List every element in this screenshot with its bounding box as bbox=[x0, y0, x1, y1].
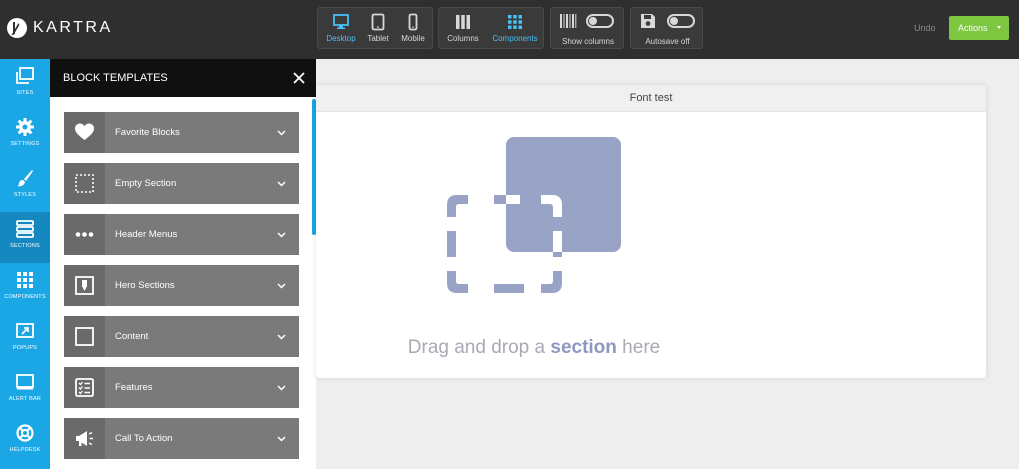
block-label: Content bbox=[115, 331, 149, 342]
dots-icon bbox=[75, 232, 94, 237]
show-columns-label: Show columns bbox=[561, 37, 615, 46]
nav-components[interactable]: COMPONENTS bbox=[0, 263, 50, 314]
chevron-down-icon bbox=[277, 436, 286, 442]
actions-button[interactable]: Actions bbox=[949, 16, 1009, 40]
block-empty-section[interactable]: Empty Section bbox=[64, 163, 299, 204]
nav-helpdesk[interactable]: HELPDESK bbox=[0, 416, 50, 467]
desktop-icon bbox=[333, 14, 349, 29]
sites-icon bbox=[16, 67, 34, 84]
drop-hint-bold: section bbox=[550, 337, 617, 358]
hero-icon bbox=[75, 276, 94, 295]
block-label: Call To Action bbox=[115, 433, 173, 444]
autosave-toggle[interactable] bbox=[667, 14, 695, 28]
components-grid-icon bbox=[17, 272, 33, 288]
lifebuoy-icon bbox=[16, 424, 34, 442]
mobile-view-button[interactable]: Mobile bbox=[396, 8, 430, 48]
block-templates-panel: BLOCK TEMPLATES Favorite Blocks Empty Se… bbox=[50, 59, 316, 469]
columns-button[interactable]: Columns bbox=[443, 8, 483, 48]
block-label: Header Menus bbox=[115, 229, 178, 240]
device-view-group: Desktop Tablet Mobile bbox=[317, 7, 433, 49]
tablet-view-button[interactable]: Tablet bbox=[362, 8, 394, 48]
panel-title: BLOCK TEMPLATES bbox=[63, 72, 168, 84]
nav-sites[interactable]: SITES bbox=[0, 59, 50, 110]
actions-label: Actions bbox=[958, 23, 988, 33]
brush-icon bbox=[17, 170, 33, 187]
popup-icon bbox=[16, 323, 34, 338]
alert-bar-icon bbox=[16, 374, 34, 390]
chevron-down-icon bbox=[277, 130, 286, 136]
nav-settings[interactable]: SETTINGS bbox=[0, 110, 50, 161]
panel-header: BLOCK TEMPLATES bbox=[50, 59, 316, 97]
block-favorite-blocks[interactable]: Favorite Blocks bbox=[64, 112, 299, 153]
show-columns-group: Show columns bbox=[550, 7, 624, 49]
sections-icon bbox=[16, 220, 34, 238]
close-icon[interactable] bbox=[292, 71, 306, 85]
caret-down-icon bbox=[997, 26, 1001, 29]
chevron-down-icon bbox=[277, 283, 286, 289]
block-content[interactable]: Content bbox=[64, 316, 299, 357]
block-label: Favorite Blocks bbox=[115, 127, 180, 138]
canvas-title: Font test bbox=[316, 85, 986, 112]
tablet-icon bbox=[371, 13, 385, 31]
chevron-down-icon bbox=[277, 334, 286, 340]
chevron-down-icon bbox=[277, 232, 286, 238]
components-icon bbox=[508, 15, 522, 29]
megaphone-icon bbox=[76, 431, 93, 446]
checklist-icon bbox=[75, 378, 94, 397]
nav-sections[interactable]: SECTIONS bbox=[0, 212, 50, 263]
drop-hint-prefix: Drag and drop a bbox=[407, 337, 551, 358]
barcode-columns-icon bbox=[560, 14, 577, 28]
logo-mark-icon bbox=[7, 18, 27, 38]
block-label: Empty Section bbox=[115, 178, 177, 189]
autosave-group: Autosave off bbox=[630, 7, 703, 49]
drop-hint-suffix: here bbox=[616, 337, 661, 358]
nav-styles[interactable]: STYLES bbox=[0, 161, 50, 212]
left-navigation: SITES SETTINGS STYLES SECTIONS COMPONENT… bbox=[0, 59, 50, 469]
nav-alert-bar[interactable]: ALERT BAR bbox=[0, 365, 50, 416]
page-canvas[interactable]: Font test Drag and drop a section here bbox=[316, 85, 986, 378]
drop-section-illustration-icon bbox=[447, 137, 621, 293]
undo-button[interactable]: Undo bbox=[914, 23, 936, 33]
desktop-view-button[interactable]: Desktop bbox=[322, 8, 360, 48]
block-label: Features bbox=[115, 382, 153, 393]
save-disk-icon bbox=[641, 14, 655, 28]
drop-hint: Drag and drop a section here bbox=[316, 337, 752, 359]
dashed-square-icon bbox=[75, 174, 94, 193]
show-columns-toggle[interactable] bbox=[586, 14, 614, 28]
mobile-icon bbox=[408, 13, 418, 31]
columns-icon bbox=[456, 15, 470, 29]
components-toggle-button[interactable]: Components bbox=[489, 8, 541, 48]
layout-mode-group: Columns Components bbox=[438, 7, 544, 49]
kartra-logo[interactable]: KARTRA bbox=[7, 18, 113, 38]
block-features[interactable]: Features bbox=[64, 367, 299, 408]
block-header-menus[interactable]: Header Menus bbox=[64, 214, 299, 255]
square-outline-icon bbox=[75, 327, 94, 346]
block-label: Hero Sections bbox=[115, 280, 175, 291]
chevron-down-icon bbox=[277, 181, 286, 187]
heart-icon bbox=[75, 123, 94, 140]
chevron-down-icon bbox=[277, 385, 286, 391]
autosave-label: Autosave off bbox=[645, 37, 690, 46]
logo-text: KARTRA bbox=[33, 19, 113, 36]
block-hero-sections[interactable]: Hero Sections bbox=[64, 265, 299, 306]
nav-popups[interactable]: POPUPS bbox=[0, 314, 50, 365]
top-toolbar: KARTRA Desktop Tablet Mobile Columns Com… bbox=[0, 0, 1019, 59]
gear-icon bbox=[16, 118, 34, 136]
block-call-to-action[interactable]: Call To Action bbox=[64, 418, 299, 459]
